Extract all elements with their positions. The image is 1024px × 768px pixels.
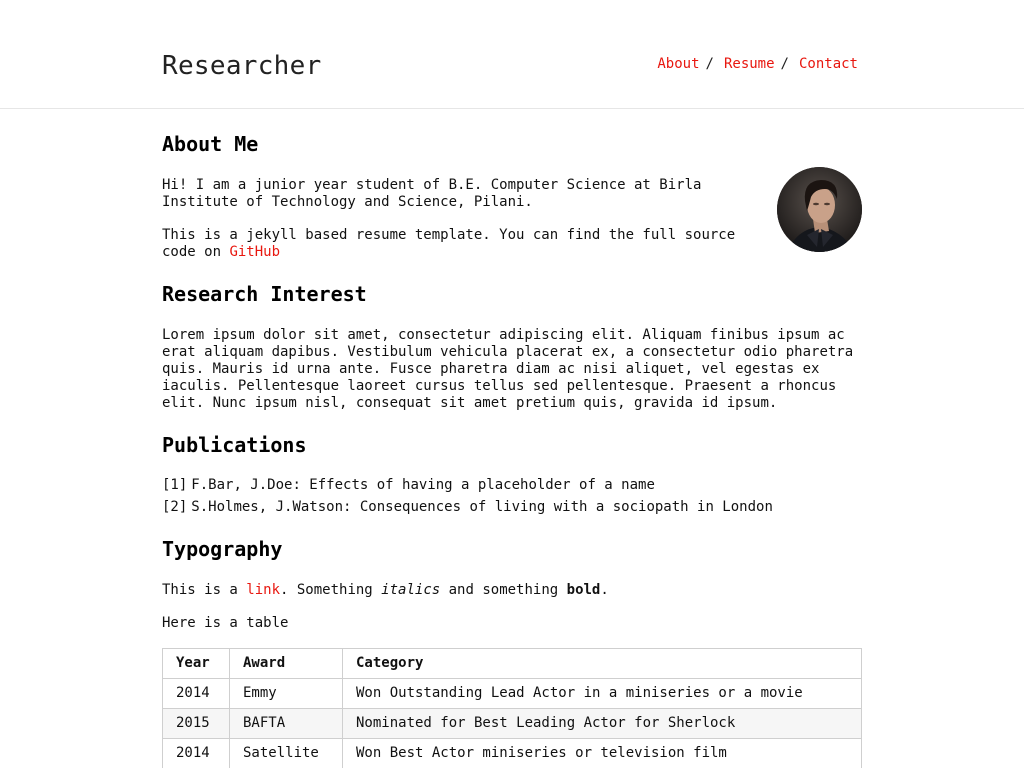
- nav-resume[interactable]: Resume: [724, 56, 775, 72]
- publication-text: S.Holmes, J.Watson: Consequences of livi…: [191, 499, 773, 515]
- nav-about[interactable]: About: [657, 56, 699, 72]
- about-intro: Hi! I am a junior year student of B.E. C…: [162, 177, 702, 210]
- masthead: Researcher About / Resume / Contact: [0, 0, 1024, 109]
- typography-text: .: [600, 582, 609, 598]
- publication-number: [2]: [162, 499, 188, 515]
- typography-line: This is a link. Something italics and so…: [162, 582, 609, 599]
- about-heading: About Me: [162, 132, 259, 156]
- table-header-row: Year Award Category: [162, 648, 862, 679]
- table-cell: Satellite: [229, 738, 343, 768]
- about-template-text: This is a jekyll based resume template. …: [162, 227, 762, 261]
- italic-text: italics: [381, 582, 441, 598]
- table-cell: Won Outstanding Lead Actor in a miniseri…: [342, 678, 862, 709]
- table-cell: 2015: [162, 708, 230, 739]
- publications-heading: Publications: [162, 433, 307, 457]
- nav-contact[interactable]: Contact: [799, 56, 858, 72]
- publication-number: [1]: [162, 477, 188, 493]
- table-cell: Won Best Actor miniseries or television …: [342, 738, 862, 768]
- table-cell: BAFTA: [229, 708, 343, 739]
- avatar: [777, 167, 862, 252]
- table-row: 2014 Satellite Won Best Actor miniseries…: [162, 738, 862, 768]
- nav-separator: /: [705, 56, 714, 72]
- table-cell: Nominated for Best Leading Actor for She…: [342, 708, 862, 739]
- research-body: Lorem ipsum dolor sit amet, consectetur …: [162, 327, 854, 411]
- main-nav: About / Resume / Contact: [657, 54, 858, 74]
- table-header-category: Category: [342, 648, 862, 679]
- profile-photo-icon: [777, 167, 862, 252]
- typography-text: This is a: [162, 582, 238, 598]
- publication-item: [1] F.Bar, J.Doe: Effects of having a pla…: [162, 474, 773, 496]
- table-cell: 2014: [162, 678, 230, 709]
- awards-table: Year Award Category 2014 Emmy Won Outsta…: [162, 648, 862, 768]
- table-row: 2014 Emmy Won Outstanding Lead Actor in …: [162, 678, 862, 709]
- site-title[interactable]: Researcher: [162, 46, 322, 86]
- publications-list: [1] F.Bar, J.Doe: Effects of having a pla…: [162, 474, 773, 518]
- table-header-year: Year: [162, 648, 230, 679]
- table-cell: 2014: [162, 738, 230, 768]
- bold-text: bold: [566, 582, 601, 598]
- nav-separator: /: [780, 56, 789, 72]
- table-row: 2015 BAFTA Nominated for Best Leading Ac…: [162, 708, 862, 739]
- publication-item: [2] S.Holmes, J.Watson: Consequences of l…: [162, 496, 773, 518]
- table-intro: Here is a table: [162, 615, 289, 631]
- table-cell: Emmy: [229, 678, 343, 709]
- typography-text: . Something: [280, 582, 373, 598]
- table-header-award: Award: [229, 648, 343, 679]
- github-link[interactable]: GitHub: [229, 244, 280, 260]
- typography-heading: Typography: [162, 537, 283, 561]
- sample-link[interactable]: link: [246, 582, 280, 598]
- typography-text: and something: [448, 582, 559, 598]
- publication-text: F.Bar, J.Doe: Effects of having a placeh…: [191, 477, 655, 493]
- research-heading: Research Interest: [162, 282, 367, 306]
